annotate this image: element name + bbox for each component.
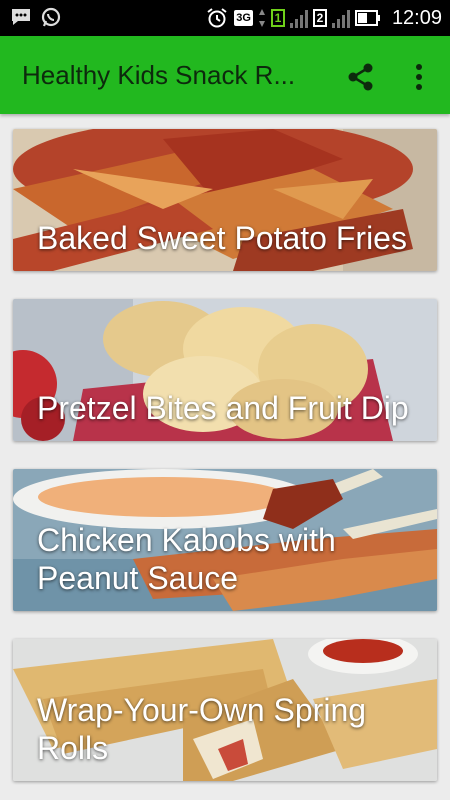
share-button[interactable] — [344, 60, 378, 94]
recipe-title: Chicken Kabobs with Peanut Sauce — [37, 522, 336, 596]
app-title: Healthy Kids Snack R... — [22, 60, 296, 90]
status-bar: 3G 1 2 12:09 — [0, 0, 450, 36]
battery-icon — [354, 9, 381, 27]
recipe-card[interactable]: Baked Sweet Potato Fries — [13, 129, 437, 271]
data-arrows-icon — [258, 8, 266, 28]
sim2-icon: 2 — [312, 9, 327, 27]
recipe-card[interactable]: Wrap-Your-Own Spring Rolls — [13, 639, 437, 781]
signal-icon — [331, 8, 350, 28]
message-icon — [10, 7, 32, 27]
recipe-title: Baked Sweet Potato Fries — [37, 220, 407, 256]
overflow-menu-button[interactable] — [404, 60, 434, 94]
network-3g-icon: 3G — [234, 10, 253, 26]
recipe-title: Wrap-Your-Own Spring Rolls — [37, 692, 367, 766]
share-icon — [348, 63, 373, 91]
clock: 12:09 — [391, 6, 442, 29]
recipe-title: Pretzel Bites and Fruit Dip — [37, 390, 409, 426]
recipe-list: Baked Sweet Potato Fries Pretzel Bites a… — [0, 114, 450, 800]
more-vert-icon — [416, 64, 422, 90]
alarm-icon — [205, 6, 229, 30]
app-bar: Healthy Kids Snack R... — [0, 36, 450, 114]
sim1-icon: 1 — [270, 9, 285, 27]
whatsapp-icon — [40, 6, 62, 28]
recipe-card[interactable]: Chicken Kabobs with Peanut Sauce — [13, 469, 437, 611]
recipe-card[interactable]: Pretzel Bites and Fruit Dip — [13, 299, 437, 441]
signal-icon — [289, 8, 308, 28]
